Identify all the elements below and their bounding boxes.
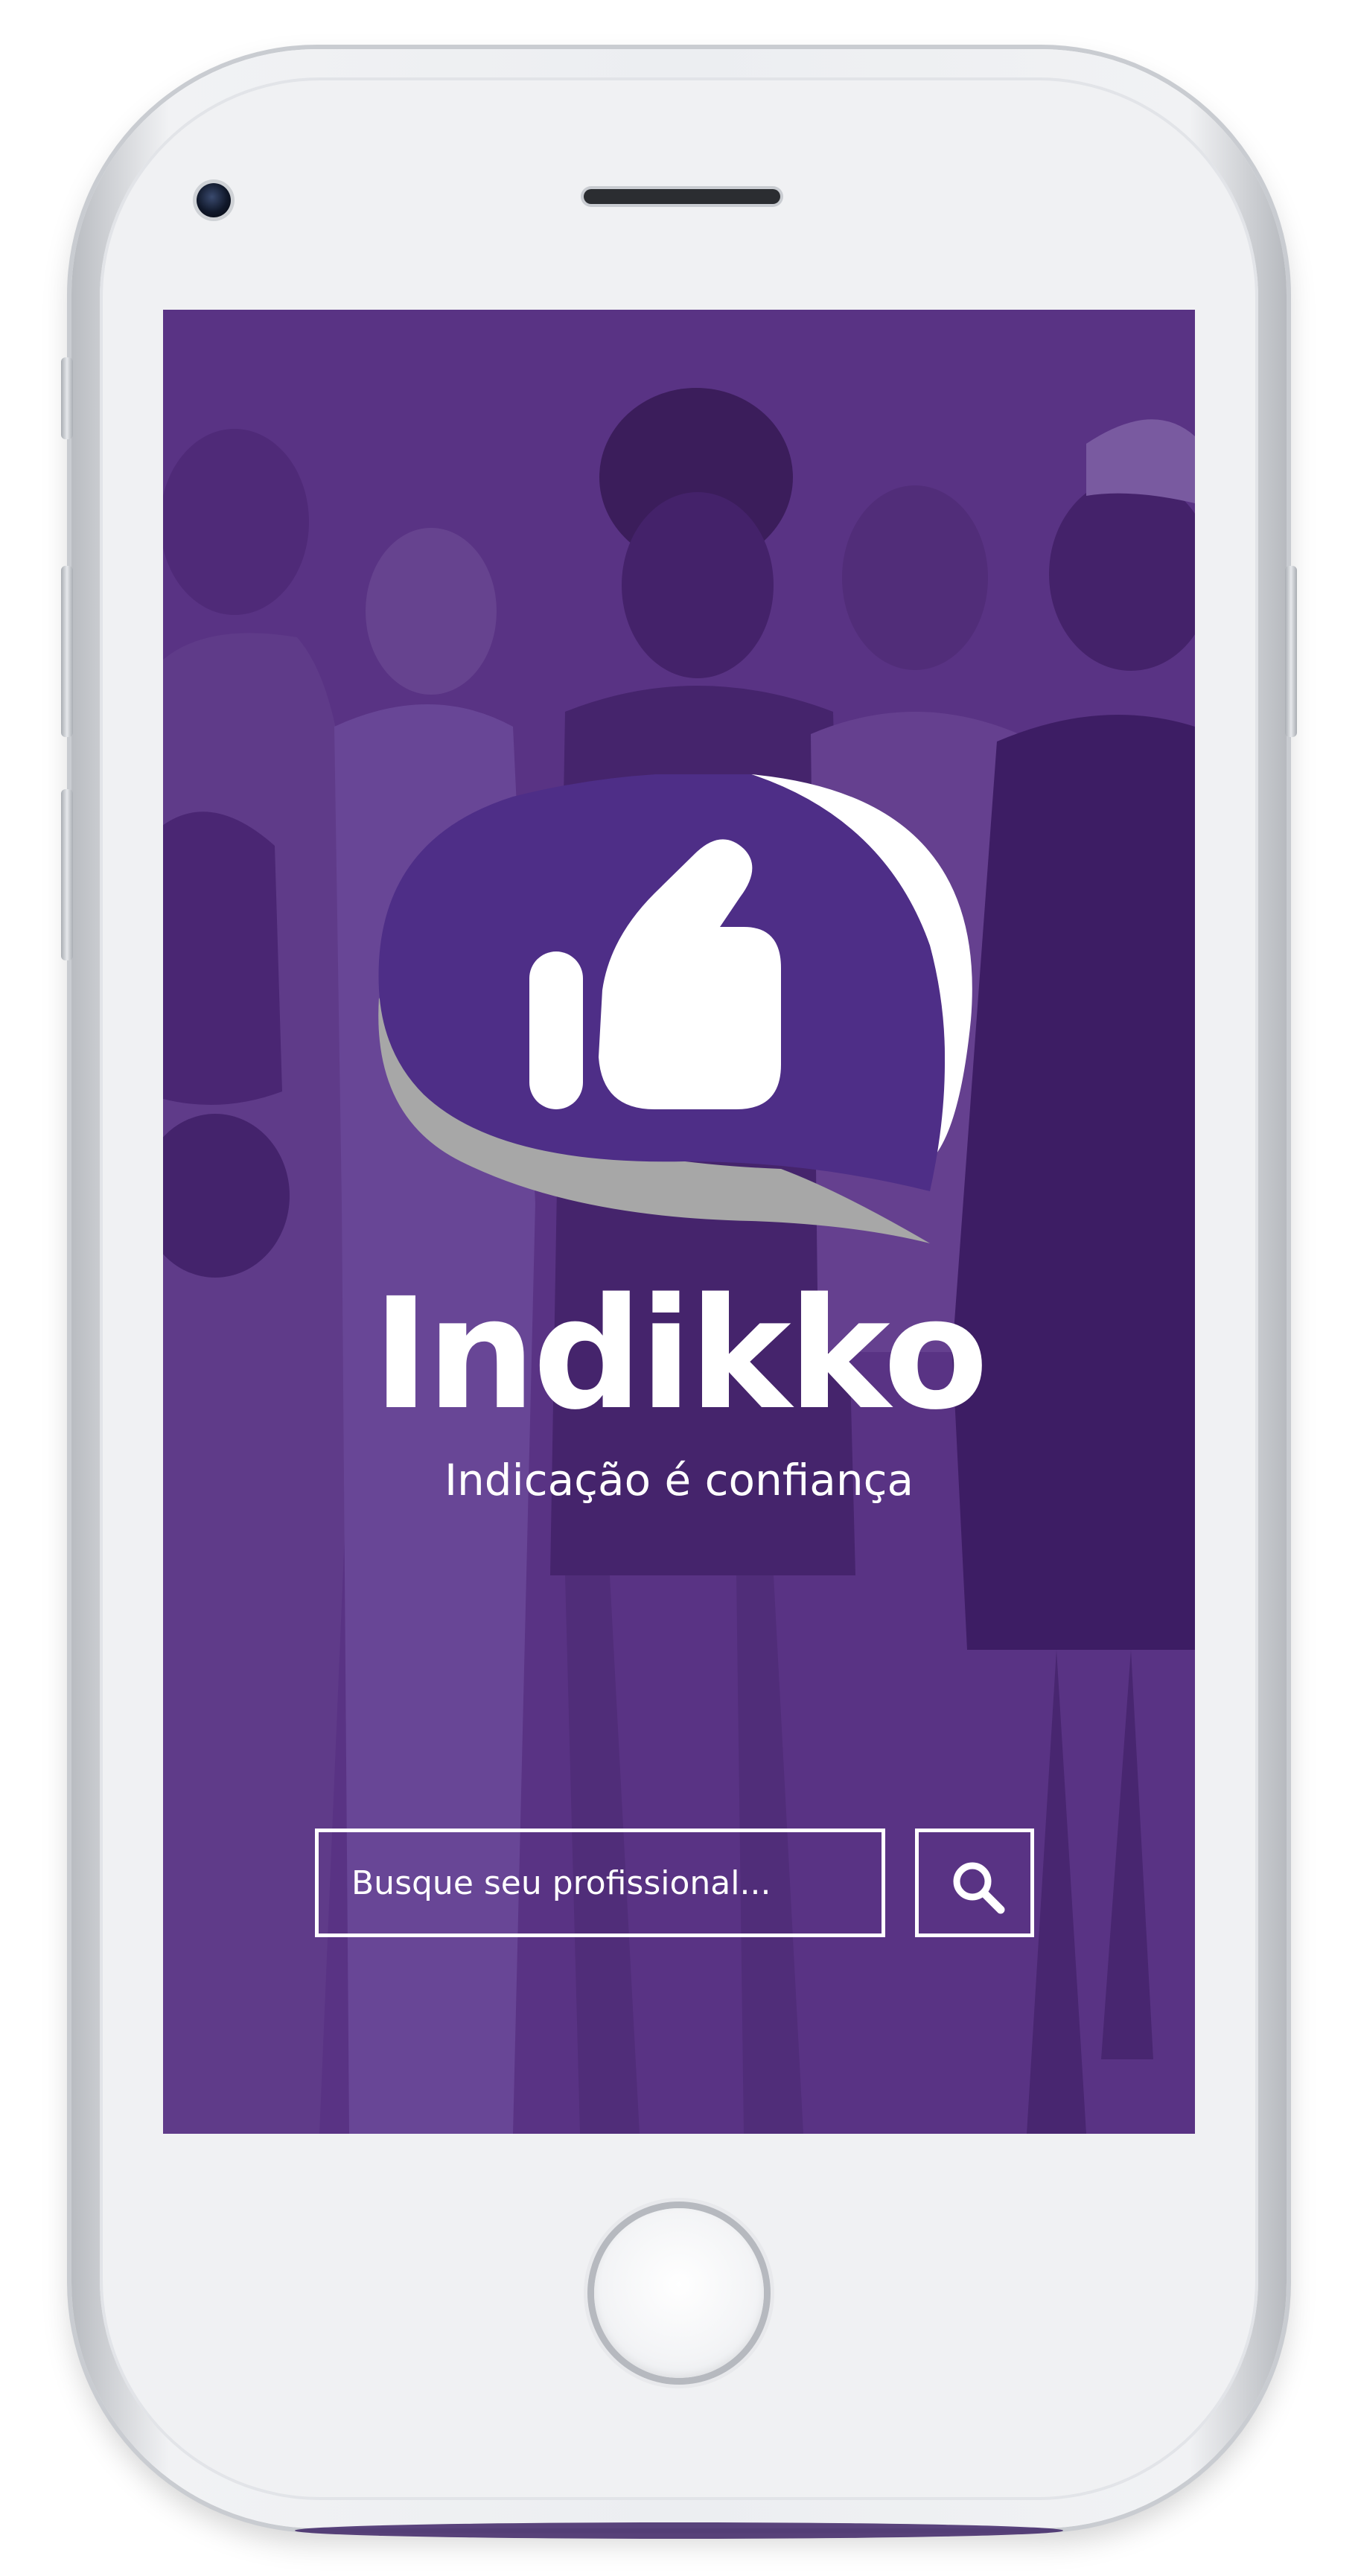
earpiece-speaker	[584, 189, 780, 204]
volume-down-button	[61, 789, 73, 960]
volume-up-button	[61, 566, 73, 737]
power-button	[1285, 566, 1297, 737]
tagline: Indicação é confiança	[444, 1455, 914, 1505]
app-screen: Indikko Indicação é confiança	[163, 310, 1195, 2134]
silent-switch	[61, 357, 73, 439]
thumbs-up-speech-bubble-icon	[364, 774, 997, 1251]
search-button[interactable]	[915, 1829, 1034, 1937]
front-camera-icon	[197, 183, 231, 217]
home-button[interactable]	[594, 2208, 764, 2378]
search-icon	[953, 1862, 1005, 1914]
search-input[interactable]	[315, 1829, 885, 1937]
phone-bottom-edge	[295, 2522, 1063, 2539]
brand-name: Indikko	[372, 1265, 988, 1444]
